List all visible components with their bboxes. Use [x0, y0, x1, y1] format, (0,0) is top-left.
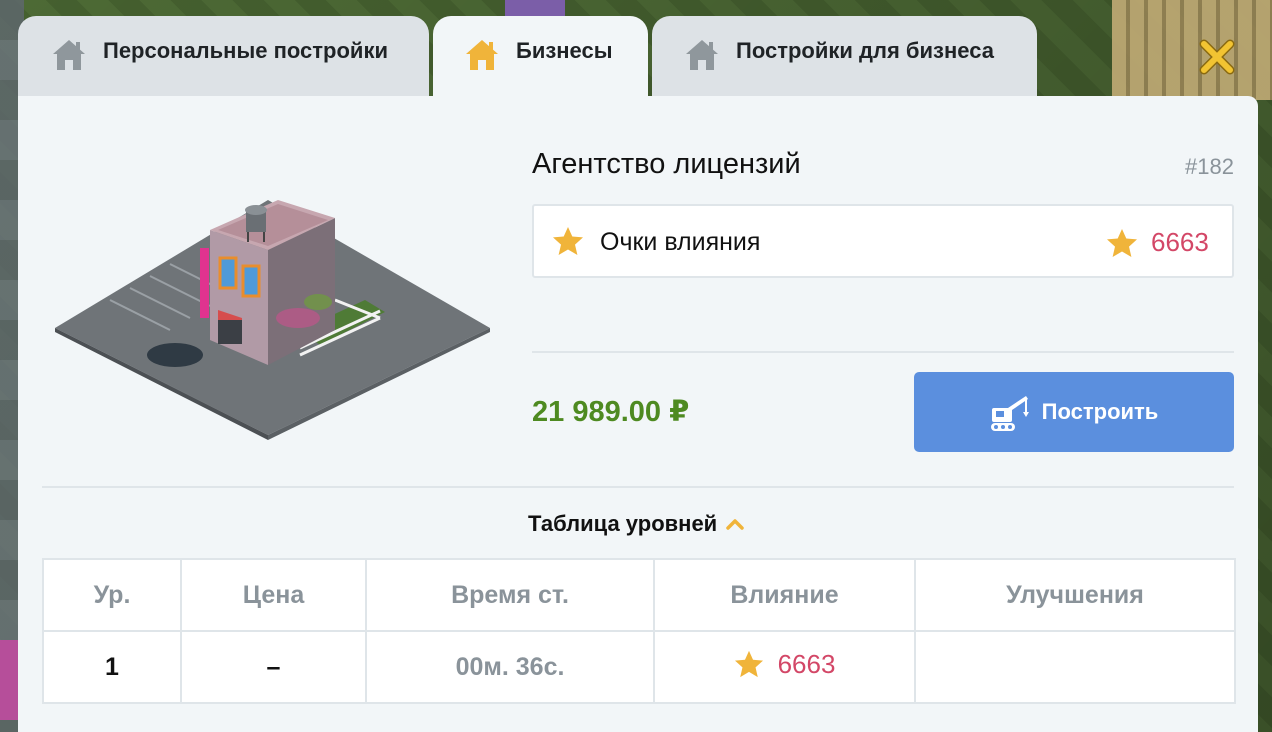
build-button[interactable]: Построить — [914, 372, 1234, 452]
table-header-row: Ур. Цена Время ст. Влияние Улучшения — [42, 558, 1236, 632]
business-price: 21 989.00 ₽ — [532, 396, 690, 428]
influence-row: Очки влияния 6663 — [532, 204, 1234, 278]
divider — [532, 351, 1234, 353]
cell-influence-value: 6663 — [777, 648, 836, 679]
header-upgrades: Улучшения — [914, 558, 1236, 632]
business-title: Агентство лицензий — [532, 148, 801, 180]
background-building — [1112, 0, 1272, 100]
tab-personal-buildings[interactable]: Персональные постройки — [18, 16, 429, 98]
cell-upgrades — [914, 630, 1236, 704]
header-level: Ур. — [42, 558, 182, 632]
influence-label: Очки влияния — [600, 228, 761, 256]
house-icon — [466, 40, 498, 70]
star-icon — [734, 651, 763, 678]
star-icon — [1107, 229, 1137, 257]
tab-business-buildings[interactable]: Постройки для бизнеса — [652, 16, 1037, 98]
chevron-up-icon — [726, 519, 744, 530]
house-icon — [53, 40, 85, 70]
building-illustration — [55, 200, 490, 440]
levels-toggle-label: Таблица уровней — [528, 511, 718, 536]
divider — [42, 486, 1234, 488]
house-icon — [686, 40, 718, 70]
table-row: 1 – 00м. 36с. 6663 — [42, 630, 1236, 704]
tab-label: Бизнесы — [516, 38, 613, 63]
close-button[interactable] — [1196, 36, 1238, 78]
build-button-label: Построить — [1041, 399, 1159, 424]
tab-label: Постройки для бизнеса — [736, 38, 994, 63]
crane-icon — [990, 396, 1029, 431]
tab-label: Персональные постройки — [103, 38, 388, 63]
cell-level: 1 — [42, 630, 182, 704]
business-id: #182 — [1185, 154, 1234, 179]
cell-influence: 6663 — [653, 630, 916, 704]
influence-value: 6663 — [1151, 227, 1209, 257]
levels-table-toggle[interactable]: Таблица уровней — [528, 511, 745, 537]
cell-price: – — [180, 630, 367, 704]
header-influence: Влияние — [653, 558, 916, 632]
close-icon — [1199, 39, 1235, 75]
cell-build-time: 00м. 36с. — [365, 630, 655, 704]
star-icon — [553, 227, 583, 255]
tab-businesses[interactable]: Бизнесы — [433, 16, 648, 102]
header-price: Цена — [180, 558, 367, 632]
levels-table: Ур. Цена Время ст. Влияние Улучшения 1 –… — [42, 558, 1236, 704]
header-build-time: Время ст. — [365, 558, 655, 632]
